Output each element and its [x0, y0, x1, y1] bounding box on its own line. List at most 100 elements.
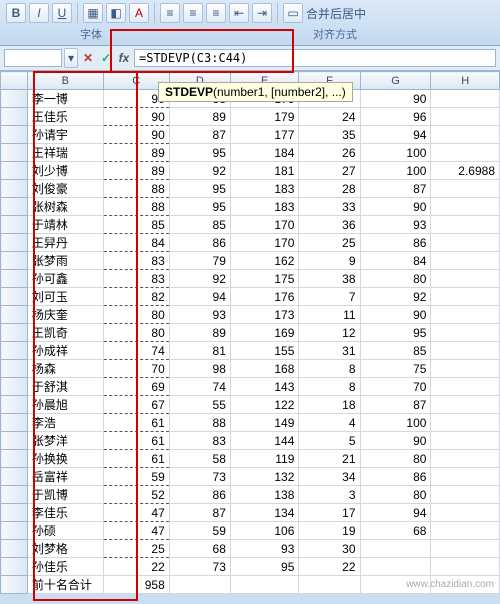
align-center-button[interactable]: ≡ [183, 3, 203, 23]
cell[interactable]: 杨庆奎 [27, 306, 103, 324]
cell[interactable]: 92 [169, 270, 230, 288]
cell[interactable]: 王舁丹 [27, 234, 103, 252]
cell[interactable]: 2.6988 [431, 162, 500, 180]
cell[interactable] [431, 522, 500, 540]
cell[interactable]: 90 [103, 108, 169, 126]
cell[interactable]: 87 [360, 396, 431, 414]
cell[interactable]: 19 [299, 522, 360, 540]
cell[interactable]: 68 [169, 540, 230, 558]
merge-label[interactable]: 合并后居中 [306, 5, 366, 22]
cell[interactable]: 95 [169, 198, 230, 216]
cell[interactable]: 184 [230, 144, 298, 162]
cell[interactable]: 24 [299, 108, 360, 126]
cell[interactable]: 181 [230, 162, 298, 180]
cell[interactable] [431, 288, 500, 306]
cell[interactable]: 73 [169, 468, 230, 486]
cell[interactable]: 173 [230, 306, 298, 324]
cell[interactable]: 90 [360, 432, 431, 450]
cell[interactable]: 84 [103, 234, 169, 252]
cell[interactable]: 52 [103, 486, 169, 504]
cell[interactable]: 89 [169, 324, 230, 342]
cell[interactable]: 93 [169, 306, 230, 324]
cell[interactable]: 85 [169, 216, 230, 234]
row-header[interactable] [1, 324, 28, 342]
cell[interactable]: 孙硕 [27, 522, 103, 540]
row-header[interactable] [1, 504, 28, 522]
merge-icon[interactable]: ▭ [283, 3, 303, 23]
cell[interactable]: 83 [103, 252, 169, 270]
cell[interactable] [431, 450, 500, 468]
table-row[interactable]: 孙佳乐 22 73 95 22 [1, 558, 500, 576]
cell[interactable]: 61 [103, 414, 169, 432]
cell[interactable]: 169 [230, 324, 298, 342]
italic-button[interactable]: I [29, 3, 49, 23]
cell[interactable]: 87 [360, 180, 431, 198]
cell[interactable]: 80 [103, 306, 169, 324]
spreadsheet-grid[interactable]: B C D E F G H 李一博 90 88 178 90 王佳乐 90 89… [0, 71, 500, 594]
cell[interactable] [431, 252, 500, 270]
cell[interactable]: 70 [360, 378, 431, 396]
cell[interactable]: 47 [103, 504, 169, 522]
cell[interactable]: 61 [103, 450, 169, 468]
row-header[interactable] [1, 144, 28, 162]
cell[interactable]: 孙佳乐 [27, 558, 103, 576]
cell[interactable]: 36 [299, 216, 360, 234]
row-header[interactable] [1, 540, 28, 558]
row-header[interactable] [1, 216, 28, 234]
cell[interactable]: 55 [169, 396, 230, 414]
cell[interactable]: 85 [103, 216, 169, 234]
cell[interactable]: 138 [230, 486, 298, 504]
row-header[interactable] [1, 522, 28, 540]
cell[interactable]: 132 [230, 468, 298, 486]
cell[interactable]: 95 [169, 144, 230, 162]
cell[interactable]: 170 [230, 234, 298, 252]
cell[interactable] [431, 414, 500, 432]
cell[interactable]: 11 [299, 306, 360, 324]
table-row[interactable]: 王凯奇 80 89 169 12 95 [1, 324, 500, 342]
border-button[interactable]: ▦ [83, 3, 103, 23]
table-row[interactable]: 李佳乐 47 87 134 17 94 [1, 504, 500, 522]
row-header[interactable] [1, 252, 28, 270]
cell[interactable] [431, 486, 500, 504]
cell[interactable]: 王祥瑞 [27, 144, 103, 162]
cell[interactable]: 刘梦格 [27, 540, 103, 558]
cell[interactable]: 75 [360, 360, 431, 378]
cell[interactable]: 25 [103, 540, 169, 558]
cell[interactable]: 86 [360, 234, 431, 252]
fill-color-button[interactable]: ◧ [106, 3, 126, 23]
cell[interactable]: 958 [103, 576, 169, 594]
table-row[interactable]: 张梦雨 83 79 162 9 84 [1, 252, 500, 270]
cell[interactable]: 于靖林 [27, 216, 103, 234]
cell[interactable] [431, 378, 500, 396]
table-row[interactable]: 张梦洋 61 83 144 5 90 [1, 432, 500, 450]
cell[interactable]: 31 [299, 342, 360, 360]
cell[interactable]: 张梦洋 [27, 432, 103, 450]
cell[interactable]: 90 [360, 90, 431, 108]
cell[interactable]: 90 [360, 306, 431, 324]
cell[interactable]: 35 [299, 126, 360, 144]
table-row[interactable]: 孙可鑫 83 92 175 38 80 [1, 270, 500, 288]
col-header[interactable]: H [431, 72, 500, 90]
cell[interactable]: 96 [360, 108, 431, 126]
cell[interactable]: 张梦雨 [27, 252, 103, 270]
table-row[interactable]: 李浩 61 88 149 4 100 [1, 414, 500, 432]
cell[interactable]: 177 [230, 126, 298, 144]
table-row[interactable]: 杨庆奎 80 93 173 11 90 [1, 306, 500, 324]
cell[interactable] [431, 396, 500, 414]
cell[interactable]: 21 [299, 450, 360, 468]
cell[interactable]: 100 [360, 162, 431, 180]
cell[interactable]: 162 [230, 252, 298, 270]
cell[interactable]: 5 [299, 432, 360, 450]
cell[interactable]: 92 [169, 162, 230, 180]
indent-increase-button[interactable]: ⇥ [252, 3, 272, 23]
cell[interactable]: 94 [169, 288, 230, 306]
table-row[interactable]: 刘可玉 82 94 176 7 92 [1, 288, 500, 306]
table-row[interactable]: 孙请宇 90 87 177 35 94 [1, 126, 500, 144]
cell[interactable]: 4 [299, 414, 360, 432]
row-header[interactable] [1, 126, 28, 144]
enter-icon[interactable]: ✓ [98, 50, 114, 66]
cell[interactable]: 59 [103, 468, 169, 486]
cell[interactable]: 于舒淇 [27, 378, 103, 396]
cell[interactable]: 149 [230, 414, 298, 432]
cell[interactable]: 95 [169, 180, 230, 198]
